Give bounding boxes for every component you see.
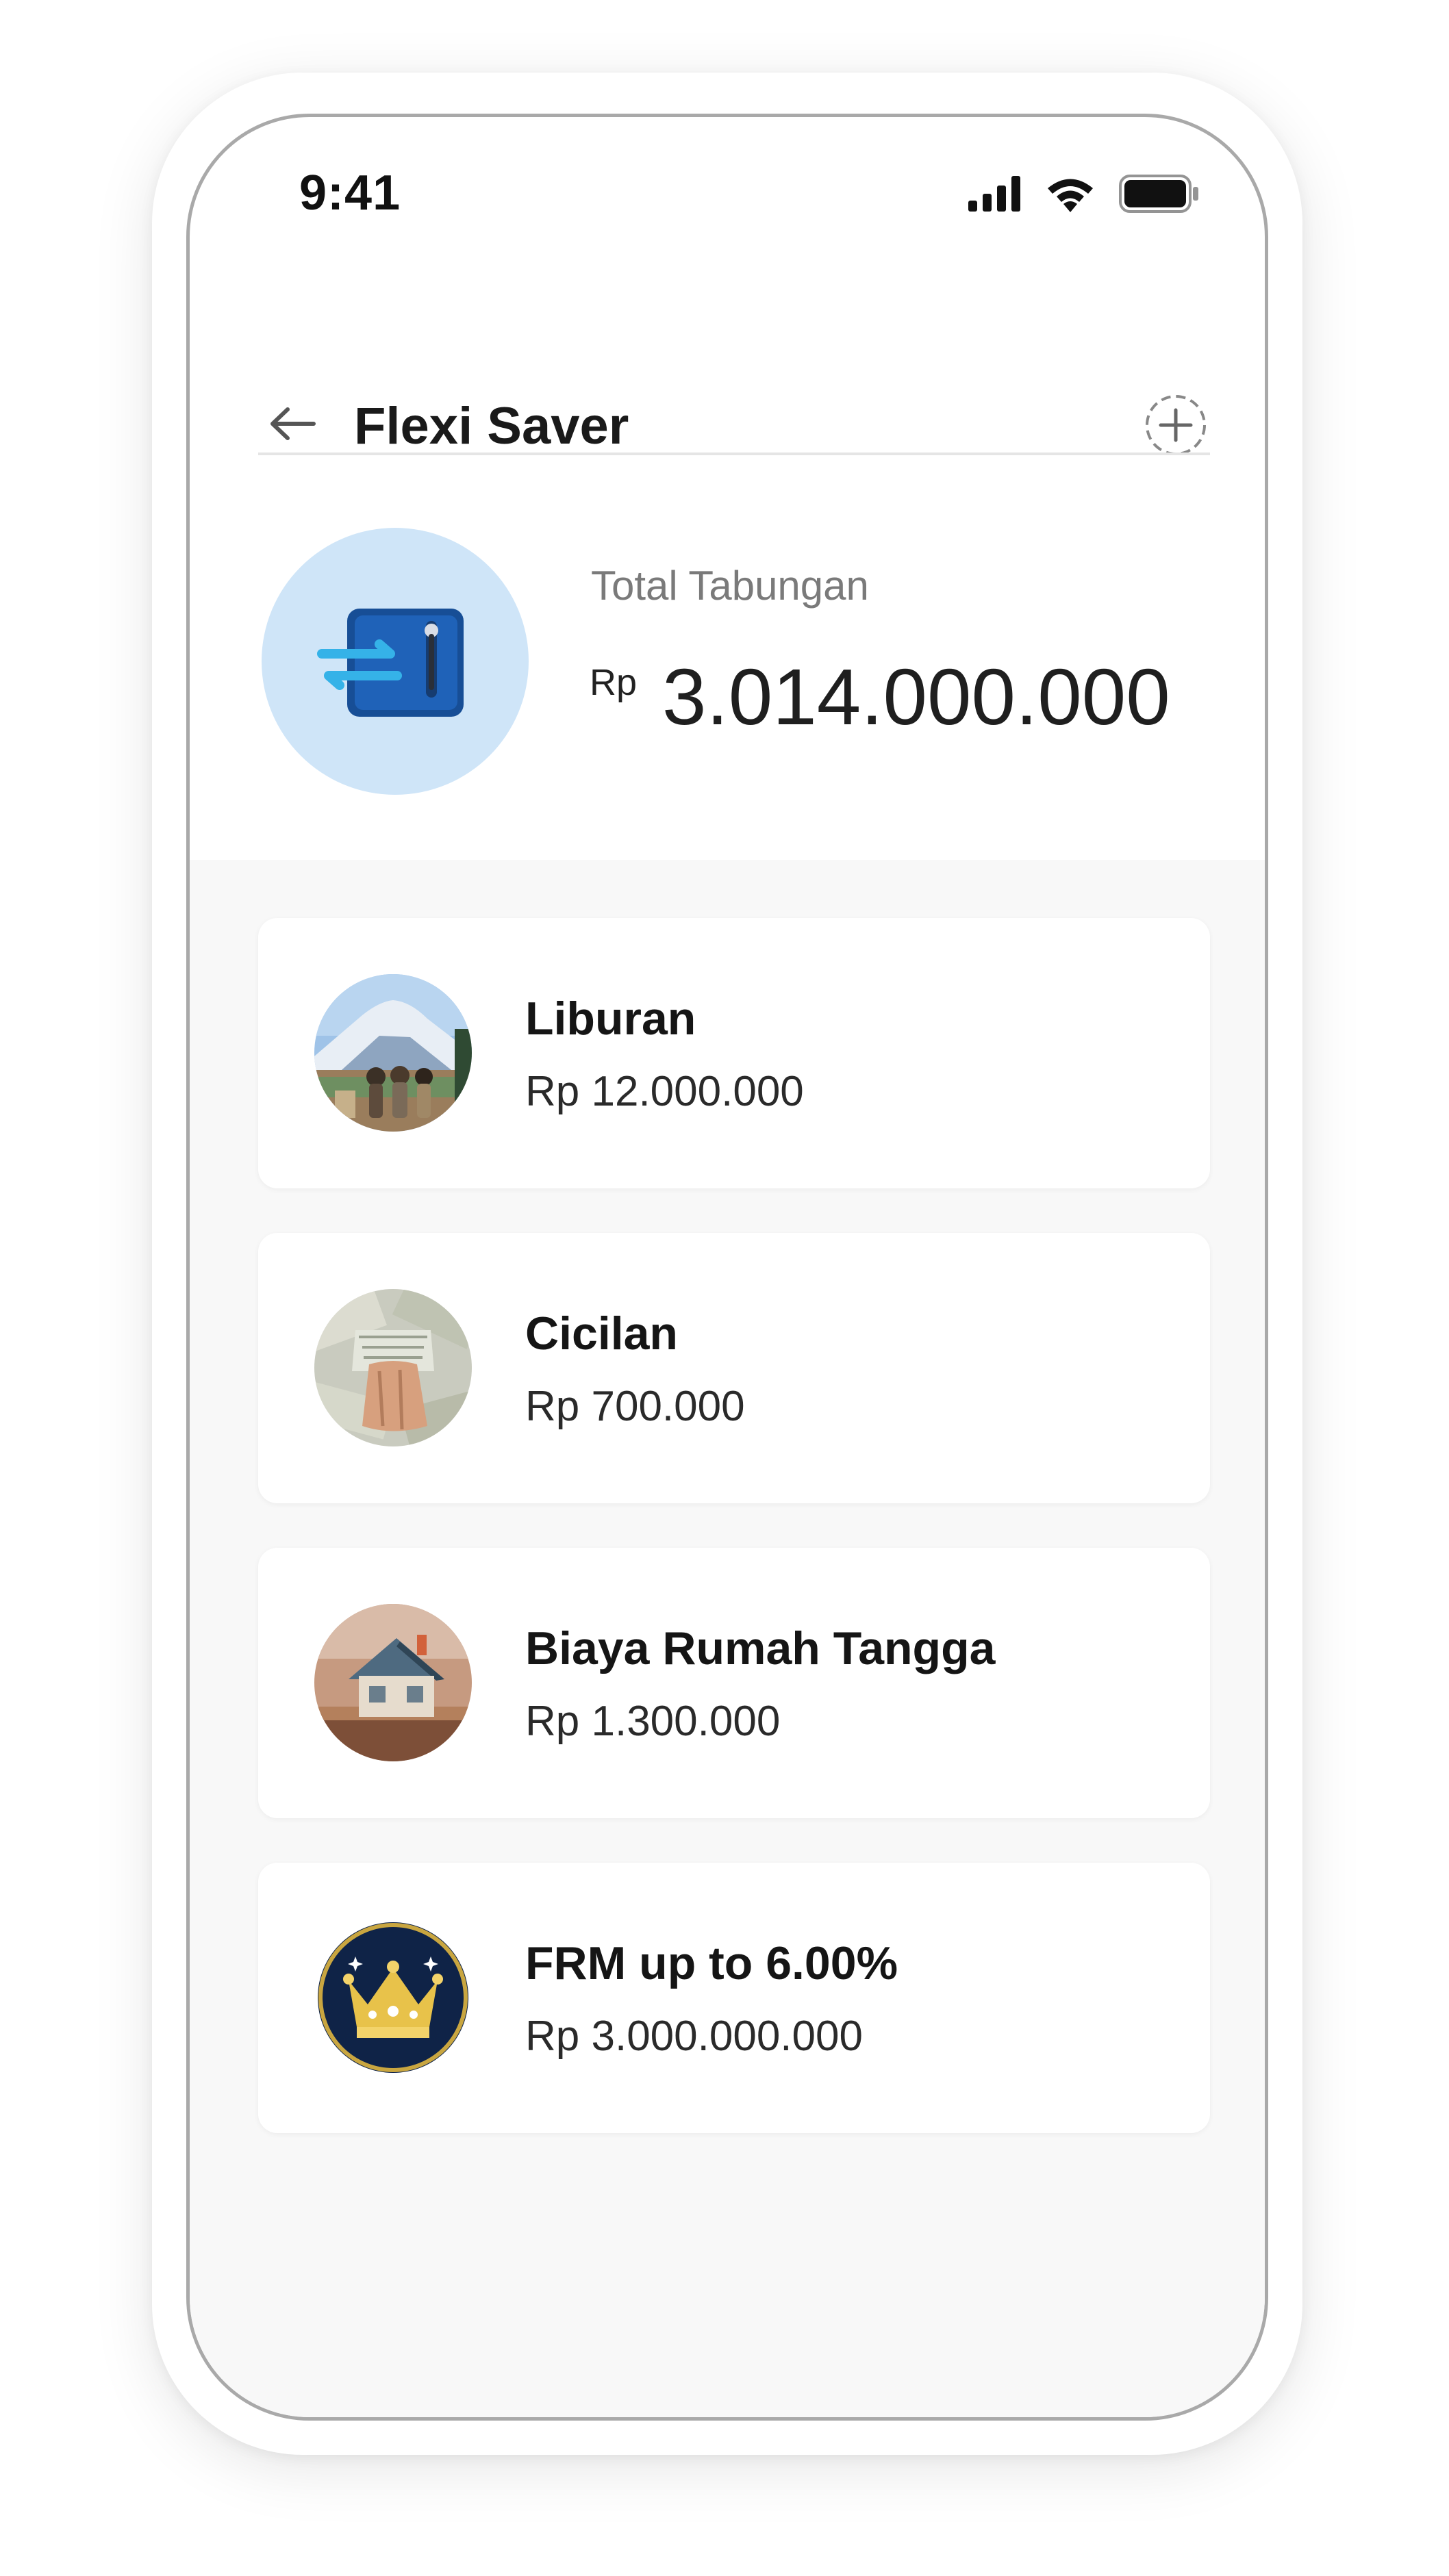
- pocket-card-biaya-rumah-tangga[interactable]: Biaya Rumah Tangga Rp 1.300.000: [258, 1548, 1210, 1818]
- wifi-icon: [1045, 175, 1096, 216]
- house-money-photo: [314, 1604, 472, 1761]
- phone-screen: 9:41 Flexi Saver Total Tabungan Rp 3.014…: [186, 114, 1268, 2421]
- pocket-name: Liburan: [525, 993, 696, 1045]
- pocket-card-frm[interactable]: FRM up to 6.00% Rp 3.000.000.000: [258, 1863, 1210, 2133]
- pocket-name: Biaya Rumah Tangga: [525, 1622, 996, 1674]
- total-savings-currency: Rp: [590, 662, 638, 703]
- pocket-amount: Rp 1.300.000: [525, 1698, 781, 1745]
- pocket-amount: Rp 12.000.000: [525, 1068, 804, 1115]
- mountain-travel-photo: [314, 974, 472, 1132]
- total-savings-amount: 3.014.000.000: [662, 652, 1170, 741]
- gold-crown-icon: [314, 1919, 472, 2076]
- pocket-amount: Rp 700.000: [525, 1383, 745, 1430]
- plus-circle-dashed-icon: [1143, 392, 1209, 461]
- pocket-card-cicilan[interactable]: Cicilan Rp 700.000: [258, 1233, 1210, 1503]
- cellular-signal-icon: [968, 176, 1022, 215]
- back-button[interactable]: [262, 398, 323, 452]
- status-bar: 9:41: [190, 117, 1265, 254]
- pocket-name: Cicilan: [525, 1308, 678, 1360]
- money-cash-photo: [314, 1289, 472, 1446]
- app-header: Flexi Saver: [190, 377, 1265, 473]
- status-time: 9:41: [299, 166, 401, 220]
- total-savings-label: Total Tabungan: [591, 563, 869, 609]
- pocket-name: FRM up to 6.00%: [525, 1937, 898, 1989]
- pocket-amount: Rp 3.000.000.000: [525, 2013, 863, 2060]
- safe-vault-icon: [262, 528, 529, 795]
- pocket-list: Liburan Rp 12.000.000 Cicilan Rp 700.000: [190, 860, 1265, 2417]
- battery-icon: [1119, 175, 1200, 216]
- status-icons: [968, 175, 1200, 216]
- header-divider: [258, 452, 1210, 455]
- arrow-left-icon: [268, 407, 316, 444]
- pocket-card-liburan[interactable]: Liburan Rp 12.000.000: [258, 918, 1210, 1188]
- add-pocket-button[interactable]: [1142, 392, 1210, 461]
- page-title: Flexi Saver: [354, 397, 629, 455]
- total-savings-summary: Total Tabungan Rp 3.014.000.000: [190, 528, 1265, 829]
